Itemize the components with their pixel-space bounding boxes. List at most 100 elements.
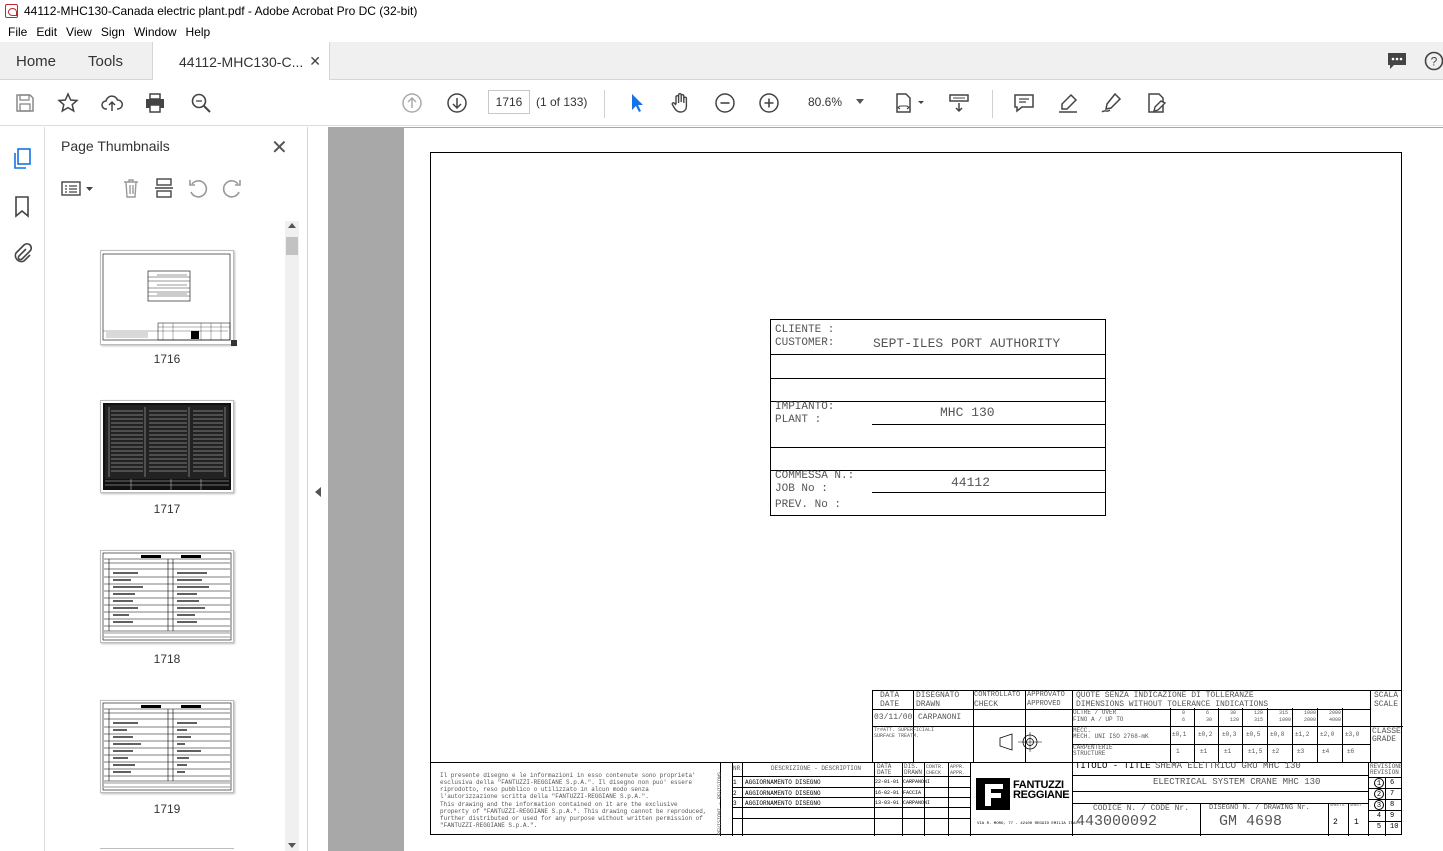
draw-signature-icon[interactable]: [1099, 91, 1123, 115]
revision-index: 3: [1374, 800, 1384, 810]
menu-edit[interactable]: Edit: [36, 25, 57, 39]
select-cursor-icon[interactable]: [625, 91, 649, 115]
hand-tool-icon[interactable]: [669, 91, 693, 115]
comment-bubble-icon[interactable]: [1386, 52, 1408, 70]
thumbnail-page-1718[interactable]: [100, 550, 234, 643]
tolerance-struct-value: ±2: [1272, 748, 1280, 755]
tab-tools[interactable]: Tools: [88, 42, 123, 80]
code-value: 443000092: [1076, 813, 1158, 830]
revision-index: 5: [1376, 823, 1382, 831]
attachment-icon[interactable]: [12, 241, 33, 265]
tolerance-title-it: QUOTE SENZA INDICAZIONE DI TOLLERANZE: [1076, 691, 1254, 700]
revision-row-date: 16-02-01: [875, 790, 900, 796]
help-icon[interactable]: ?: [1424, 51, 1443, 71]
menu-sign[interactable]: Sign: [101, 25, 125, 39]
tab-home[interactable]: Home: [16, 42, 56, 80]
tolerance-mech-value: ±0,5: [1246, 731, 1261, 738]
rotate-counterclockwise-icon[interactable]: [187, 177, 209, 199]
plant-label-en: PLANT :: [775, 414, 822, 426]
tolerance-col-top: 0: [1182, 710, 1186, 716]
next-page-icon[interactable]: [445, 91, 469, 115]
zoom-in-icon[interactable]: [757, 91, 781, 115]
tolerance-upto: FINO A / UP TO: [1073, 716, 1124, 723]
scroll-mode-icon[interactable]: [947, 91, 971, 115]
scroll-up-arrow[interactable]: [288, 223, 296, 228]
fantuzzi-logo-icon: [976, 778, 1010, 810]
collapse-arrow-icon[interactable]: [315, 487, 321, 497]
thumbnail-label-1716: 1716: [153, 352, 181, 366]
zoom-out-icon[interactable]: [713, 91, 737, 115]
tolerance-struct-en: STRUCTURE: [1073, 750, 1106, 757]
close-tab-icon[interactable]: ✕: [309, 53, 321, 70]
revision-index: 8: [1390, 801, 1395, 809]
sheets-label: SHEETS: [1330, 804, 1345, 808]
comment-icon[interactable]: [1012, 91, 1036, 115]
job-label-it: COMMESSA N.:: [775, 470, 855, 482]
tolerance-col-line: [1170, 708, 1171, 762]
customer-label-it: CLIENTE :: [775, 324, 835, 336]
menu-file[interactable]: File: [8, 25, 27, 39]
menu-window[interactable]: Window: [134, 25, 177, 39]
thumbnail-page-1717[interactable]: [100, 400, 234, 493]
thumbnail-resize-handle[interactable]: [231, 340, 237, 346]
tolerance-col-bottom: 1000: [1279, 717, 1292, 723]
customer-label-en: CUSTOMER:: [775, 337, 835, 349]
zoom-level-dropdown[interactable]: 80.6%: [800, 90, 870, 114]
revision-row-date: 22-01-01: [875, 779, 900, 785]
revision-row-desc: AGGIORNAMENTO DISEGNO: [745, 779, 821, 786]
tab-document[interactable]: 44112-MHC130-C... ✕: [152, 42, 330, 81]
tolerance-col-line: [1218, 708, 1219, 762]
fill-sign-icon[interactable]: [1144, 91, 1168, 115]
bookmark-icon[interactable]: [13, 195, 31, 219]
menu-view[interactable]: View: [66, 25, 92, 39]
sheets-value: 2: [1333, 818, 1338, 827]
save-icon[interactable]: [13, 91, 37, 115]
upload-cloud-icon[interactable]: [100, 91, 124, 115]
tolerance-col-line: [1292, 708, 1293, 762]
tolerance-col-top: 1000: [1304, 710, 1317, 716]
revision-label-en: REVISION: [1370, 769, 1399, 776]
thumbnails-scrollbar[interactable]: [285, 221, 299, 851]
page-number-input[interactable]: 1716: [488, 90, 530, 114]
revision-row-desc: AGGIORNAMENTO DISEGNO: [745, 800, 821, 807]
legal-notice-italian: Il presente disegno e le informazioni in…: [440, 772, 696, 800]
tb-surface-ref: Tr#ATT. SUPERFICIALI SURFACE TREATM.: [874, 727, 935, 739]
page-count-label: (1 of 133): [536, 95, 588, 109]
thumbnail-label-1719: 1719: [153, 802, 181, 816]
zoom-search-icon[interactable]: [189, 91, 213, 115]
close-panel-icon[interactable]: ✕: [271, 135, 288, 160]
sheet-value: 1: [1354, 818, 1359, 827]
previous-page-icon[interactable]: [400, 91, 424, 115]
panel-splitter[interactable]: [308, 127, 328, 851]
tolerance-col-top: 6: [1206, 710, 1210, 716]
company-address: VIA R. MORO, 77 - 42100 REGGIO EMILIA IT…: [977, 822, 1081, 826]
job-value: 44112: [951, 475, 991, 490]
thumbnail-page-1719[interactable]: [100, 700, 234, 793]
menu-help[interactable]: Help: [186, 25, 211, 39]
page-thumbnails-icon[interactable]: [12, 147, 34, 171]
tolerance-col-line: [1342, 708, 1343, 762]
thumbnail-options-menu[interactable]: [61, 180, 97, 198]
scroll-down-arrow[interactable]: [288, 843, 296, 848]
revision-index: 2: [1374, 789, 1384, 799]
scrollbar-thumb[interactable]: [286, 237, 298, 255]
print-icon[interactable]: [143, 91, 167, 115]
revision-row-date: 13-03-01: [875, 800, 900, 806]
tolerance-title-en: DIMENSIONS WITHOUT TOLERANCE INDICATIONS: [1076, 700, 1269, 709]
rev-check-header: CONTR. CHECK: [926, 764, 945, 776]
thumbnail-page-1716[interactable]: [100, 250, 234, 345]
extract-page-icon[interactable]: [153, 177, 175, 199]
rotate-clockwise-icon[interactable]: [221, 177, 243, 199]
company-name-line2: REGGIANE: [1013, 789, 1070, 801]
bookmark-star-icon[interactable]: [56, 91, 80, 115]
highlight-pen-icon[interactable]: [1056, 91, 1080, 115]
title-value-it: SHEMA ELETTRICO GRU MHC 130: [1155, 761, 1301, 771]
title-label: TITOLO - TITLE: [1075, 761, 1151, 771]
tolerance-struct-value: ±4: [1322, 748, 1330, 755]
fit-page-icon[interactable]: [893, 91, 927, 115]
sheet-label: SHEET: [1350, 804, 1363, 808]
delete-page-icon[interactable]: [121, 177, 141, 199]
tolerance-mech-value: ±3,0: [1345, 731, 1360, 738]
tolerance-col-bottom: 315: [1254, 717, 1264, 723]
tb-date-h2: DATE: [880, 700, 900, 709]
